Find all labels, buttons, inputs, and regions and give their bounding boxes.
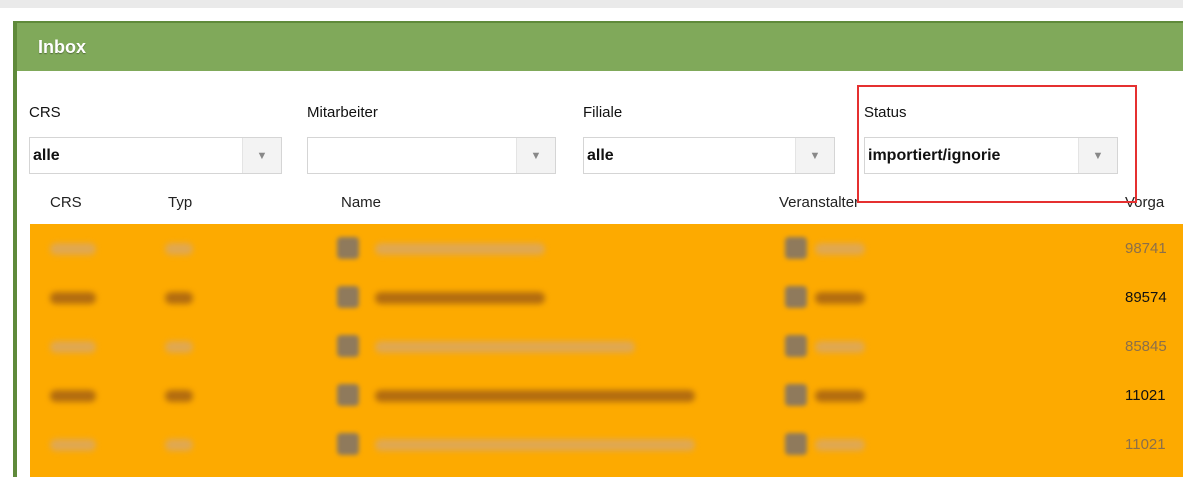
blurred-organizer-cell [815, 243, 865, 255]
top-strip [0, 0, 1183, 8]
table-row[interactable]: 89574 [30, 273, 1183, 322]
blurred-organizer-cell [815, 341, 865, 353]
column-header-name[interactable]: Name [341, 194, 381, 211]
inbox-table: 98741 89574 85845 11021 11021 [30, 224, 1183, 477]
filiale-select-value: alle [587, 146, 614, 164]
blurred-name-cell [375, 439, 695, 451]
organizer-logo [785, 335, 807, 357]
table-row[interactable]: 11021 [30, 371, 1183, 420]
blurred-name-cell [375, 243, 545, 255]
column-header-crs[interactable]: CRS [50, 194, 82, 211]
crs-select[interactable]: alle ▼ [29, 137, 282, 174]
blurred-organizer-cell [815, 390, 865, 402]
panel-title: Inbox [38, 36, 86, 57]
blurred-typ-cell [165, 341, 193, 353]
chevron-down-icon[interactable]: ▼ [242, 138, 281, 173]
blurred-name-cell [375, 341, 635, 353]
vorgang-cell: 11021 [1125, 387, 1166, 404]
user-avatar [337, 335, 359, 357]
table-row[interactable]: 85845 [30, 322, 1183, 371]
column-header-typ[interactable]: Typ [168, 194, 192, 211]
blurred-organizer-cell [815, 292, 865, 304]
blurred-name-cell [375, 292, 545, 304]
filter-label-mitarbeiter: Mitarbeiter [307, 104, 378, 121]
chevron-down-icon[interactable]: ▼ [516, 138, 555, 173]
user-avatar [337, 384, 359, 406]
organizer-logo [785, 433, 807, 455]
user-avatar [337, 433, 359, 455]
mitarbeiter-select[interactable]: ▼ [307, 137, 556, 174]
vorgang-cell: 85845 [1125, 338, 1167, 355]
filiale-select[interactable]: alle ▼ [583, 137, 835, 174]
vorgang-cell: 89574 [1125, 289, 1167, 306]
blurred-organizer-cell [815, 439, 865, 451]
blurred-typ-cell [165, 243, 193, 255]
chevron-down-icon[interactable]: ▼ [795, 138, 834, 173]
blurred-typ-cell [165, 390, 193, 402]
blurred-crs-cell [50, 390, 96, 402]
organizer-logo [785, 286, 807, 308]
organizer-logo [785, 237, 807, 259]
blurred-typ-cell [165, 439, 193, 451]
blurred-crs-cell [50, 243, 96, 255]
user-avatar [337, 237, 359, 259]
vorgang-cell: 98741 [1125, 240, 1167, 257]
filter-label-filiale: Filiale [583, 104, 623, 121]
status-highlight-box [857, 85, 1137, 203]
column-header-veranstalter[interactable]: Veranstalter [779, 194, 859, 211]
vorgang-cell: 11021 [1125, 436, 1166, 453]
blurred-crs-cell [50, 292, 96, 304]
organizer-logo [785, 384, 807, 406]
crs-select-value: alle [33, 146, 60, 164]
blurred-crs-cell [50, 341, 96, 353]
table-row[interactable]: 11021 [30, 420, 1183, 469]
blurred-name-cell [375, 390, 695, 402]
filter-label-crs: CRS [29, 104, 61, 121]
blurred-typ-cell [165, 292, 193, 304]
user-avatar [337, 286, 359, 308]
panel-header: Inbox [17, 23, 1183, 71]
blurred-crs-cell [50, 439, 96, 451]
table-row[interactable]: 98741 [30, 224, 1183, 273]
